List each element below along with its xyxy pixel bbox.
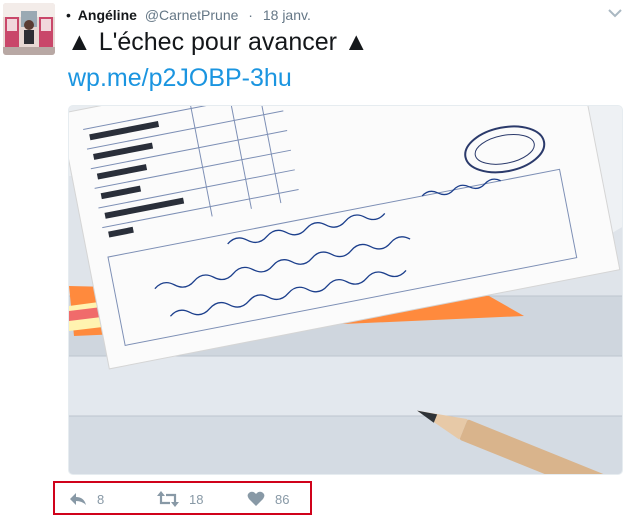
retweet-button[interactable]: 18	[157, 489, 203, 509]
retweet-icon	[157, 491, 179, 507]
bullet: •	[66, 7, 71, 23]
tweet-media-image[interactable]	[68, 105, 623, 475]
tweet-date[interactable]: 18 janv.	[263, 7, 311, 23]
author-handle[interactable]: @CarnetPrune	[145, 7, 239, 23]
heart-icon	[247, 491, 265, 507]
reply-icon	[69, 491, 87, 507]
like-count: 86	[275, 491, 290, 507]
tweet-text: ▲ L'échec pour avancer ▲	[67, 28, 369, 56]
reply-button[interactable]: 8	[69, 489, 104, 509]
like-button[interactable]: 86	[247, 489, 289, 509]
reply-count: 8	[97, 491, 105, 507]
header-separator: ·	[248, 7, 253, 23]
chevron-down-icon[interactable]	[604, 2, 626, 24]
tweet-header: • Angéline @CarnetPrune · 18 janv.	[66, 6, 311, 24]
tweet-link[interactable]: wp.me/p2JOBP-3hu	[68, 63, 292, 93]
author-name[interactable]: Angéline	[78, 7, 137, 23]
avatar[interactable]	[3, 3, 55, 55]
tweet-actions-bar: 8 18 86	[53, 481, 312, 515]
retweet-count: 18	[189, 491, 204, 507]
